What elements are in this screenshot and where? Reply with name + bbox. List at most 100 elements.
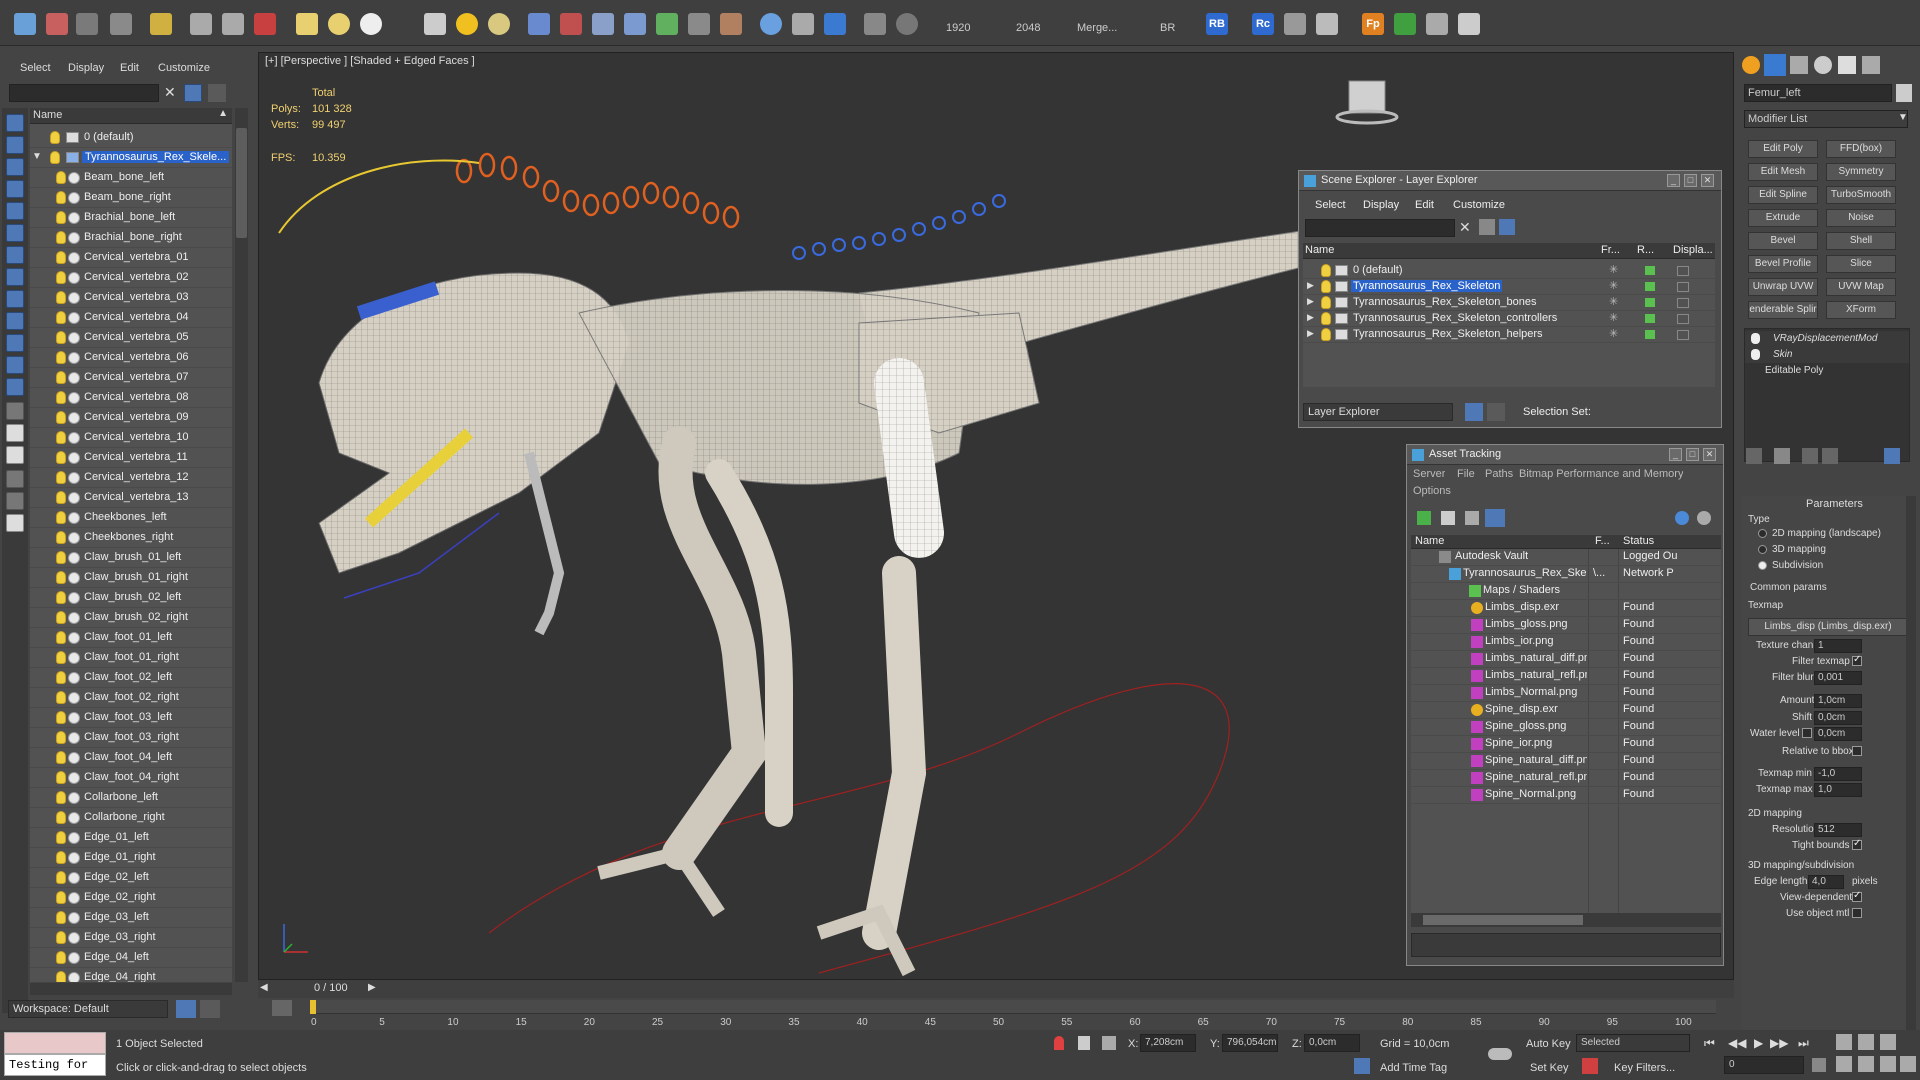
table-icon[interactable] (1316, 13, 1338, 35)
list-item[interactable]: Cervical_vertebra_01 (30, 248, 232, 268)
add-time-tag[interactable]: Add Time Tag (1380, 1062, 1447, 1074)
select-filter-icon[interactable] (150, 13, 172, 35)
lightbulb-icon[interactable] (56, 191, 66, 204)
rotate-icon[interactable] (222, 13, 244, 35)
help-icon[interactable] (896, 13, 918, 35)
containers-icon[interactable] (6, 378, 24, 396)
orbit-icon[interactable] (1880, 1056, 1896, 1072)
lightbulb-icon[interactable] (56, 711, 66, 724)
bones-icon[interactable] (6, 356, 24, 374)
asset-list-header[interactable]: Name F... Status (1411, 535, 1721, 549)
lightbulb-icon[interactable] (56, 371, 66, 384)
display-invert-icon[interactable] (6, 158, 24, 176)
shapes-icon[interactable] (6, 202, 24, 220)
layers-toggle-icon[interactable] (6, 514, 24, 532)
list-item[interactable]: Cheekbones_left (30, 508, 232, 528)
layer-row[interactable]: 0 (default) ✳ (1303, 263, 1715, 279)
close-icon[interactable]: ✕ (164, 84, 176, 101)
modifier-button[interactable]: Shell (1826, 232, 1896, 250)
menu-edit[interactable]: Edit (120, 62, 139, 74)
utilities-tab-icon[interactable] (1862, 56, 1880, 74)
go-end-icon[interactable]: ⏭ (1798, 1036, 1809, 1051)
menu-select[interactable]: Select (20, 62, 51, 74)
column-name[interactable]: Name (33, 109, 62, 121)
display-icon[interactable] (1677, 298, 1689, 308)
column-render[interactable]: R... (1637, 244, 1654, 256)
selected-dropdown[interactable]: Selected (1576, 1034, 1690, 1052)
prev-key-icon[interactable]: ◀◀ (1728, 1036, 1746, 1050)
spacewarp-icon[interactable] (592, 13, 614, 35)
next-key-icon[interactable]: ▶▶ (1770, 1036, 1788, 1050)
lightbulb-icon[interactable] (56, 211, 66, 224)
list-view-icon[interactable] (1441, 511, 1455, 525)
list-item[interactable]: Claw_foot_03_left (30, 708, 232, 728)
list-item[interactable]: 0 (default) (30, 128, 232, 148)
modify-tab-icon[interactable] (1764, 54, 1786, 76)
lightbulb-icon[interactable] (56, 491, 66, 504)
show-end-result-icon[interactable] (1774, 448, 1790, 464)
menu-options[interactable]: Options (1413, 485, 1451, 497)
xrefs-icon[interactable] (6, 334, 24, 352)
lightbulb-icon[interactable] (1321, 280, 1331, 293)
asset-file-row[interactable]: Spine_gloss.png Found (1411, 719, 1721, 736)
layer-row[interactable]: ▶ Tyrannosaurus_Rex_Skeleton ✳ (1303, 279, 1715, 295)
render-setup-icon[interactable] (792, 13, 814, 35)
display-icon[interactable] (1677, 330, 1689, 340)
list-item[interactable]: Autodesk Vault Logged Ou (1411, 549, 1721, 566)
column-path[interactable]: F... (1595, 535, 1610, 547)
parameters-title[interactable]: Parameters (1806, 498, 1863, 510)
lightbulb-icon[interactable] (56, 271, 66, 284)
modifier-button[interactable]: Noise (1826, 209, 1896, 227)
close-icon[interactable]: ✕ (1459, 219, 1471, 236)
tight-bounds-checkbox[interactable] (1852, 838, 1862, 850)
explorer-mode-icon[interactable] (1465, 403, 1483, 421)
close-button[interactable]: ✕ (1703, 448, 1716, 461)
lightbulb-icon[interactable] (56, 571, 66, 584)
fur-icon[interactable] (656, 13, 678, 35)
list-item[interactable]: Edge_04_right (30, 968, 232, 982)
modifier-button[interactable]: FFD(box) (1826, 140, 1896, 158)
next-frame-icon[interactable]: ▶ (368, 982, 376, 993)
time-tag-icon[interactable] (1354, 1058, 1370, 1074)
bind-icon[interactable] (110, 13, 132, 35)
list-item[interactable]: Edge_03_right (30, 928, 232, 948)
context-help-icon[interactable] (1697, 511, 1711, 525)
list-item[interactable]: Claw_brush_02_left (30, 588, 232, 608)
make-unique-icon[interactable] (1802, 448, 1818, 464)
render-icon[interactable] (1645, 298, 1655, 307)
link-icon[interactable] (46, 13, 68, 35)
lightbulb-icon[interactable] (56, 291, 66, 304)
refresh-icon[interactable] (1417, 511, 1431, 525)
horizontal-scrollbar[interactable] (1411, 913, 1721, 927)
lightbulb-icon[interactable] (56, 231, 66, 244)
sphere-icon[interactable] (328, 13, 350, 35)
modifier-list-dropdown[interactable]: Modifier List (1744, 110, 1908, 128)
display-all-icon[interactable] (6, 136, 24, 154)
wrench-icon[interactable] (1426, 13, 1448, 35)
layer-row[interactable]: ▶ Tyrannosaurus_Rex_Skeleton_controllers ✳ (1303, 311, 1715, 327)
select-move-icon[interactable] (190, 13, 212, 35)
menu-server[interactable]: Server (1413, 468, 1445, 480)
freeze-icon[interactable]: ✳ (1609, 327, 1618, 340)
asset-path-field[interactable] (1411, 933, 1721, 957)
teapot-icon[interactable] (360, 13, 382, 35)
explorer-mode-icon[interactable] (176, 1000, 196, 1018)
column-status[interactable]: Status (1623, 535, 1654, 547)
list-header[interactable]: Name ▲ (30, 108, 232, 124)
lightbulb-icon[interactable] (1751, 349, 1760, 360)
modifier-button[interactable]: XForm (1826, 301, 1896, 319)
modifier-button[interactable]: UVW Map (1826, 278, 1896, 296)
asset-file-row[interactable]: Limbs_natural_refl.png Found (1411, 668, 1721, 685)
fp-button[interactable]: Fp (1362, 13, 1384, 35)
render-icon[interactable] (1645, 282, 1655, 291)
list-item[interactable]: Cervical_vertebra_11 (30, 448, 232, 468)
options-icon[interactable] (1499, 219, 1515, 235)
layer-search-input[interactable] (1305, 219, 1455, 237)
lightbulb-icon[interactable] (56, 591, 66, 604)
list-item[interactable]: Tyrannosaurus_Rex_Skeleton.... \... Netw… (1411, 566, 1721, 583)
texmap-max-spinner[interactable]: 1,0 (1814, 783, 1862, 797)
modifier-button[interactable]: TurboSmooth (1826, 186, 1896, 204)
grid-icon[interactable] (1458, 13, 1480, 35)
remove-modifier-icon[interactable] (1822, 448, 1838, 464)
asset-file-row[interactable]: Spine_Normal.png Found (1411, 787, 1721, 804)
